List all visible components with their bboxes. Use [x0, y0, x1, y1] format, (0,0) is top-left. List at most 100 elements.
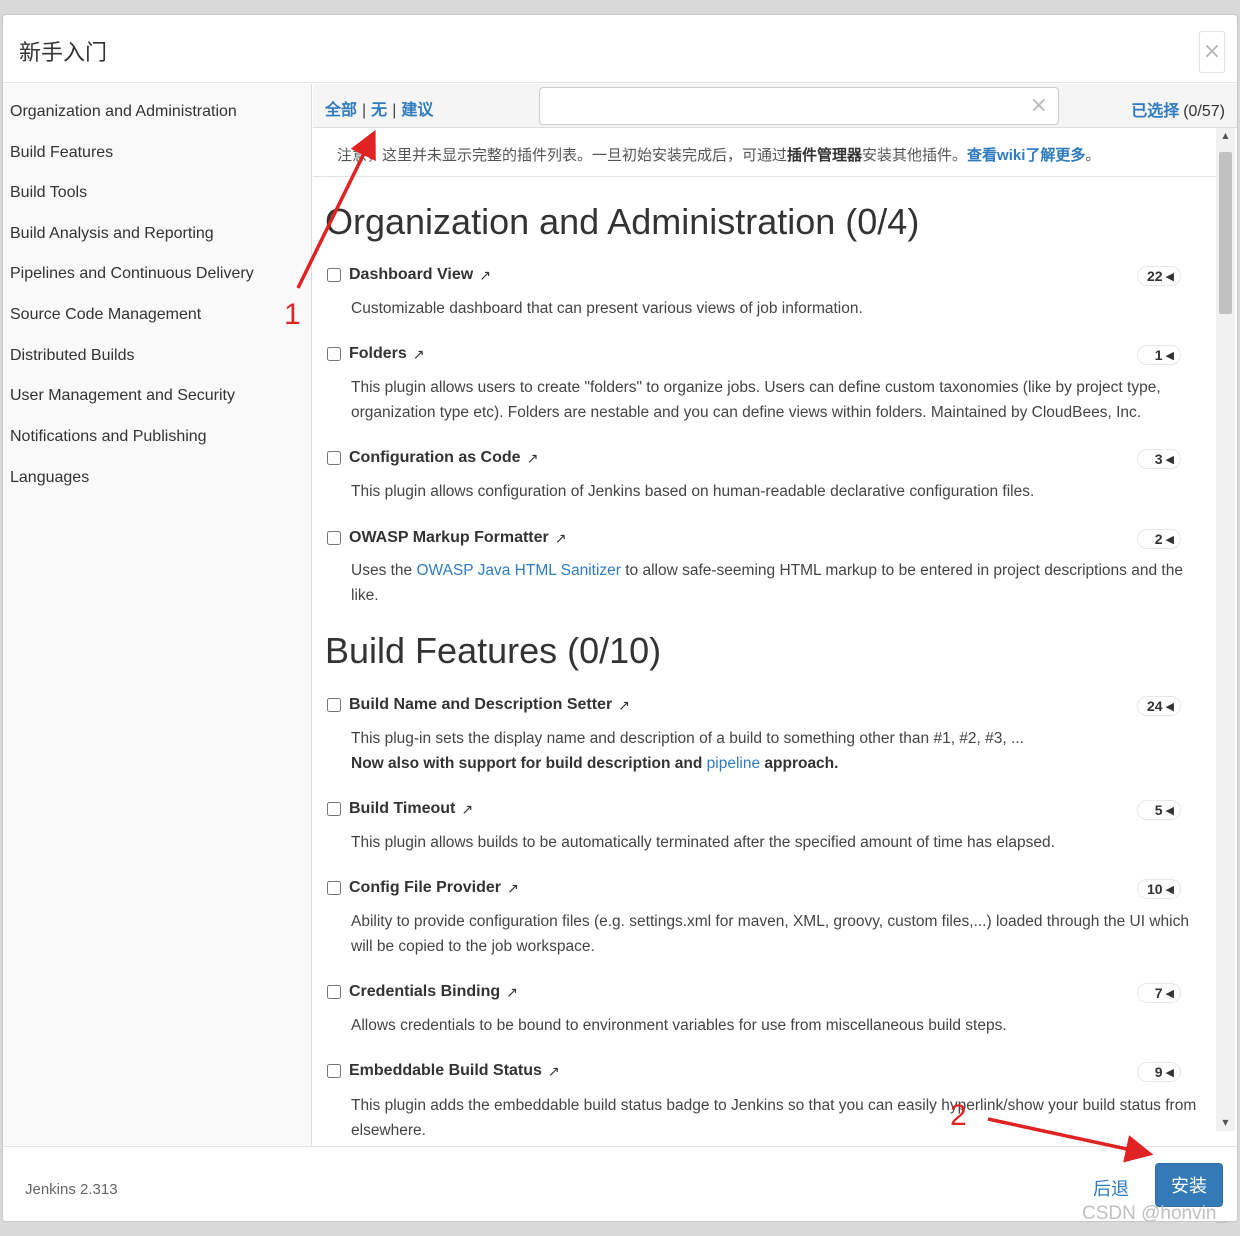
expand-triangle-icon: ◀ — [1165, 805, 1174, 817]
plugin-name[interactable]: Build Timeout — [349, 800, 455, 818]
plugin-checkbox[interactable] — [327, 698, 341, 712]
dependency-badge[interactable]: 1 ◀ — [1137, 345, 1181, 365]
owasp-sanitizer-link[interactable]: OWASP Java HTML Sanitizer — [416, 562, 620, 579]
plugin-description: Customizable dashboard that can present … — [351, 300, 863, 317]
external-link-icon[interactable]: ↗ — [479, 267, 491, 284]
dependency-badge[interactable]: 5 ◀ — [1137, 800, 1181, 820]
external-link-icon[interactable]: ↗ — [413, 346, 425, 363]
expand-triangle-icon: ◀ — [1165, 454, 1174, 466]
expand-triangle-icon: ◀ — [1165, 534, 1174, 546]
plugin-list: Organization and Administration (0/4) Da… — [313, 178, 1219, 1146]
external-link-icon[interactable]: ↗ — [618, 697, 630, 714]
external-link-icon[interactable]: ↗ — [548, 1063, 560, 1080]
notice-text: 注意，这里并未显示完整的插件列表。一旦初始安装完成后，可通过插件管理器安装其他插… — [337, 144, 1100, 165]
selected-count-value: (0/57) — [1183, 103, 1225, 120]
expand-triangle-icon: ◀ — [1165, 1067, 1174, 1079]
plugin-description-text: approach. — [760, 754, 839, 772]
back-button[interactable]: 后退 — [1093, 1175, 1129, 1201]
scroll-down-arrow-icon[interactable]: ▼ — [1216, 1115, 1235, 1131]
sidebar-item-source-code-management[interactable]: Source Code Management — [10, 306, 201, 324]
section-title-organization-administration: Organization and Administration (0/4) — [325, 201, 920, 242]
expand-triangle-icon: ◀ — [1165, 884, 1174, 896]
plugin-dashboard-view: Dashboard View ↗ — [327, 265, 491, 285]
dependency-badge[interactable]: 10 ◀ — [1137, 879, 1181, 899]
selected-count: 已选择 (0/57) — [1131, 97, 1225, 121]
plugin-name[interactable]: OWASP Markup Formatter — [349, 529, 549, 547]
external-link-icon[interactable]: ↗ — [506, 984, 518, 1001]
external-link-icon[interactable]: ↗ — [461, 801, 473, 818]
plugin-name[interactable]: Config File Provider — [349, 879, 501, 897]
plugin-description: Ability to provide configuration files (… — [351, 913, 1189, 955]
plugin-checkbox[interactable] — [327, 881, 341, 895]
plugin-list-notice: 注意，这里并未显示完整的插件列表。一旦初始安装完成后，可通过插件管理器安装其他插… — [313, 129, 1219, 177]
plugin-checkbox[interactable] — [327, 268, 341, 282]
filter-links: 全部 | 无 | 建议 — [325, 96, 433, 120]
plugin-name[interactable]: Dashboard View — [349, 266, 473, 284]
plugin-config-file-provider: Config File Provider ↗ — [327, 878, 519, 898]
plugin-description: This plug-in sets the display name and d… — [351, 727, 1197, 776]
dependency-badge[interactable]: 22 ◀ — [1137, 266, 1181, 286]
plugin-checkbox[interactable] — [327, 802, 341, 816]
plugin-name[interactable]: Folders — [349, 345, 407, 363]
plugin-description: This plugin allows builds to be automati… — [351, 834, 1055, 851]
plugin-search-input[interactable] — [548, 94, 1018, 118]
dialog-header: 新手入门 × — [3, 15, 1237, 83]
plugin-checkbox[interactable] — [327, 451, 341, 465]
selected-link[interactable]: 已选择 — [1131, 103, 1179, 120]
expand-triangle-icon: ◀ — [1165, 701, 1174, 713]
dependency-count: 24 — [1146, 698, 1163, 714]
sidebar-item-distributed-builds[interactable]: Distributed Builds — [10, 347, 135, 365]
pipeline-link[interactable]: pipeline — [707, 755, 760, 772]
dependency-count: 9 — [1154, 1064, 1163, 1080]
scroll-thumb[interactable] — [1219, 152, 1232, 314]
plugin-checkbox[interactable] — [327, 347, 341, 361]
dependency-badge[interactable]: 24 ◀ — [1137, 696, 1181, 716]
scroll-up-arrow-icon[interactable]: ▲ — [1216, 128, 1235, 144]
plugin-credentials-binding: Credentials Binding ↗ — [327, 982, 518, 1002]
dependency-badge[interactable]: 7 ◀ — [1137, 983, 1181, 1003]
dependency-count: 5 — [1154, 802, 1163, 818]
dependency-badge[interactable]: 9 ◀ — [1137, 1062, 1181, 1082]
external-link-icon[interactable]: ↗ — [555, 530, 567, 547]
annotation-label-2: 2 — [950, 1099, 967, 1132]
dependency-badge[interactable]: 2 ◀ — [1137, 529, 1181, 549]
sidebar-item-organization-administration[interactable]: Organization and Administration — [10, 103, 237, 121]
plugin-name[interactable]: Build Name and Description Setter — [349, 696, 612, 714]
plugin-checkbox[interactable] — [327, 985, 341, 999]
plugin-description-text: This plug-in sets the display name and d… — [351, 730, 1024, 747]
filter-suggested-link[interactable]: 建议 — [401, 102, 433, 119]
sidebar-item-languages[interactable]: Languages — [10, 469, 89, 487]
plugin-list-scrollbar[interactable]: ▲ ▼ — [1216, 128, 1235, 1131]
plugin-configuration-as-code: Configuration as Code ↗ — [327, 448, 538, 468]
plugin-manager-label: 插件管理器 — [787, 147, 863, 164]
external-link-icon[interactable]: ↗ — [527, 450, 539, 467]
annotation-label-1: 1 — [284, 298, 301, 331]
close-button[interactable]: × — [1199, 31, 1225, 73]
sidebar-item-build-features[interactable]: Build Features — [10, 144, 113, 162]
clear-search-icon[interactable]: × — [1030, 95, 1048, 117]
sidebar-item-pipelines-continuous-delivery[interactable]: Pipelines and Continuous Delivery — [10, 265, 254, 283]
wiki-link[interactable]: 查看wiki了解更多 — [967, 147, 1085, 164]
plugin-name[interactable]: Configuration as Code — [349, 449, 521, 467]
notice-text-part: 注意，这里并未显示完整的插件列表。一旦初始安装完成后，可通过 — [337, 147, 788, 164]
dependency-badge[interactable]: 3 ◀ — [1137, 449, 1181, 469]
install-button[interactable]: 安装 — [1155, 1163, 1223, 1207]
plugin-name[interactable]: Credentials Binding — [349, 983, 500, 1001]
sidebar-item-user-management-security[interactable]: User Management and Security — [10, 387, 235, 405]
external-link-icon[interactable]: ↗ — [507, 880, 519, 897]
plugin-embeddable-build-status: Embeddable Build Status ↗ — [327, 1061, 560, 1081]
plugin-toolbar: 全部 | 无 | 建议 × 已选择 (0/57) — [313, 84, 1237, 128]
sidebar-item-build-tools[interactable]: Build Tools — [10, 184, 87, 202]
plugin-name[interactable]: Embeddable Build Status — [349, 1062, 542, 1080]
filter-none-link[interactable]: 无 — [371, 102, 387, 119]
filter-all-link[interactable]: 全部 — [325, 102, 357, 119]
plugin-folders: Folders ↗ — [327, 344, 425, 364]
dependency-count: 1 — [1154, 347, 1163, 363]
dialog-title: 新手入门 — [19, 40, 108, 65]
sidebar-item-build-analysis-reporting[interactable]: Build Analysis and Reporting — [10, 225, 214, 243]
plugin-checkbox[interactable] — [327, 1064, 341, 1078]
sidebar-item-notifications-publishing[interactable]: Notifications and Publishing — [10, 428, 207, 446]
plugin-checkbox[interactable] — [327, 531, 341, 545]
filter-separator: | — [392, 102, 397, 119]
csdn-watermark: CSDN @honvin_ — [1082, 1203, 1227, 1224]
